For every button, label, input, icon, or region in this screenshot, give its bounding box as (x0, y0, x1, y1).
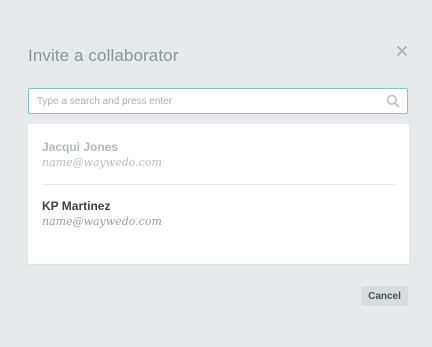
search-field (28, 88, 408, 114)
search-icon[interactable] (386, 94, 400, 108)
search-results-list: Jacqui Jones name@waywedo.com KP Martine… (28, 124, 409, 264)
result-divider (42, 184, 395, 185)
dialog-title: Invite a collaborator (28, 46, 179, 65)
result-item-jacqui-jones[interactable]: Jacqui Jones name@waywedo.com (42, 140, 395, 170)
invite-collaborator-dialog: Invite a collaborator Jacqui Jones name@… (0, 0, 432, 347)
result-item-kp-martinez[interactable]: KP Martinez name@waywedo.com (42, 199, 395, 229)
result-email: name@waywedo.com (42, 156, 162, 169)
result-name: KP Martinez (42, 199, 111, 213)
cancel-button[interactable]: Cancel (361, 286, 408, 306)
search-input[interactable] (29, 89, 387, 113)
result-email: name@waywedo.com (42, 215, 162, 228)
close-icon[interactable] (394, 43, 410, 59)
result-name: Jacqui Jones (42, 140, 119, 154)
